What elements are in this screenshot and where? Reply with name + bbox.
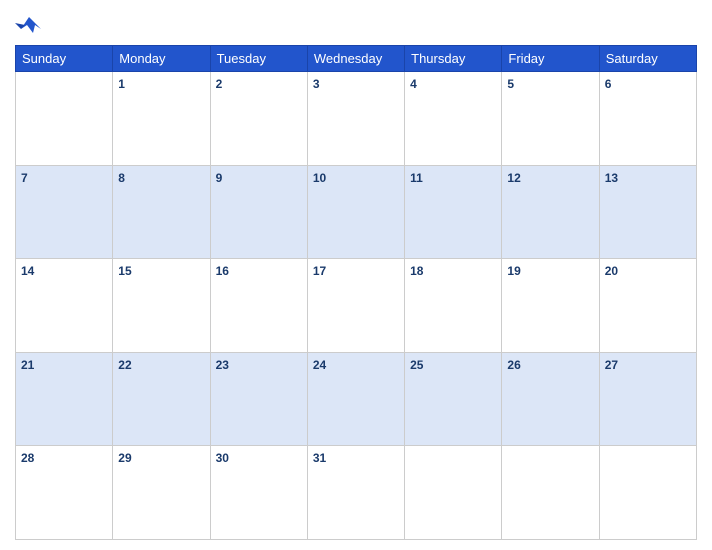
date-number: 31	[313, 451, 326, 465]
calendar-cell: 9	[210, 165, 307, 259]
calendar-cell	[16, 72, 113, 166]
calendar-cell: 27	[599, 352, 696, 446]
date-number: 16	[216, 264, 229, 278]
date-number: 17	[313, 264, 326, 278]
date-number: 10	[313, 171, 326, 185]
date-number: 1	[118, 77, 125, 91]
calendar-cell: 13	[599, 165, 696, 259]
calendar-cell: 7	[16, 165, 113, 259]
calendar-cell: 22	[113, 352, 210, 446]
date-number: 18	[410, 264, 423, 278]
calendar-table: SundayMondayTuesdayWednesdayThursdayFrid…	[15, 45, 697, 540]
days-header-row: SundayMondayTuesdayWednesdayThursdayFrid…	[16, 46, 697, 72]
calendar-cell: 26	[502, 352, 599, 446]
calendar-cell: 18	[405, 259, 502, 353]
date-number: 11	[410, 171, 423, 185]
calendar-cell: 8	[113, 165, 210, 259]
date-number: 21	[21, 358, 34, 372]
date-number: 4	[410, 77, 417, 91]
date-number: 24	[313, 358, 326, 372]
calendar-cell: 6	[599, 72, 696, 166]
date-number: 6	[605, 77, 612, 91]
date-number: 15	[118, 264, 131, 278]
date-number: 3	[313, 77, 320, 91]
logo	[15, 15, 46, 37]
date-number: 19	[507, 264, 520, 278]
date-number: 5	[507, 77, 514, 91]
date-number: 12	[507, 171, 520, 185]
day-header-monday: Monday	[113, 46, 210, 72]
calendar-header	[15, 10, 697, 45]
day-header-sunday: Sunday	[16, 46, 113, 72]
date-number: 27	[605, 358, 618, 372]
calendar-cell: 12	[502, 165, 599, 259]
date-number: 8	[118, 171, 125, 185]
week-row-1: 1 2 3 4 5 6	[16, 72, 697, 166]
day-header-tuesday: Tuesday	[210, 46, 307, 72]
calendar-cell: 10	[307, 165, 404, 259]
week-row-2: 7 8 9 10 11 12 13	[16, 165, 697, 259]
calendar-cell: 4	[405, 72, 502, 166]
calendar-cell: 14	[16, 259, 113, 353]
calendar-cell: 3	[307, 72, 404, 166]
day-header-saturday: Saturday	[599, 46, 696, 72]
date-number: 30	[216, 451, 229, 465]
date-number: 26	[507, 358, 520, 372]
date-number: 22	[118, 358, 131, 372]
calendar-cell: 25	[405, 352, 502, 446]
week-row-4: 21 22 23 24 25 26 27	[16, 352, 697, 446]
date-number: 23	[216, 358, 229, 372]
week-row-3: 14 15 16 17 18 19 20	[16, 259, 697, 353]
calendar-cell: 15	[113, 259, 210, 353]
calendar-cell: 31	[307, 446, 404, 540]
calendar-cell: 24	[307, 352, 404, 446]
calendar-cell	[405, 446, 502, 540]
calendar-cell: 5	[502, 72, 599, 166]
calendar-cell: 30	[210, 446, 307, 540]
day-header-wednesday: Wednesday	[307, 46, 404, 72]
date-number: 13	[605, 171, 618, 185]
calendar-cell: 11	[405, 165, 502, 259]
calendar-cell: 29	[113, 446, 210, 540]
date-number: 29	[118, 451, 131, 465]
day-header-thursday: Thursday	[405, 46, 502, 72]
day-header-friday: Friday	[502, 46, 599, 72]
calendar-cell: 21	[16, 352, 113, 446]
date-number: 7	[21, 171, 28, 185]
calendar-cell: 20	[599, 259, 696, 353]
date-number: 20	[605, 264, 618, 278]
calendar-cell: 1	[113, 72, 210, 166]
date-number: 14	[21, 264, 34, 278]
calendar-cell: 28	[16, 446, 113, 540]
logo-bird-icon	[15, 15, 43, 37]
date-number: 2	[216, 77, 223, 91]
date-number: 9	[216, 171, 223, 185]
calendar-cell: 17	[307, 259, 404, 353]
calendar-cell: 2	[210, 72, 307, 166]
week-row-5: 28 29 30 31	[16, 446, 697, 540]
date-number: 25	[410, 358, 423, 372]
calendar-cell: 23	[210, 352, 307, 446]
date-number: 28	[21, 451, 34, 465]
calendar-cell: 19	[502, 259, 599, 353]
calendar-cell: 16	[210, 259, 307, 353]
calendar-cell	[599, 446, 696, 540]
calendar-cell	[502, 446, 599, 540]
